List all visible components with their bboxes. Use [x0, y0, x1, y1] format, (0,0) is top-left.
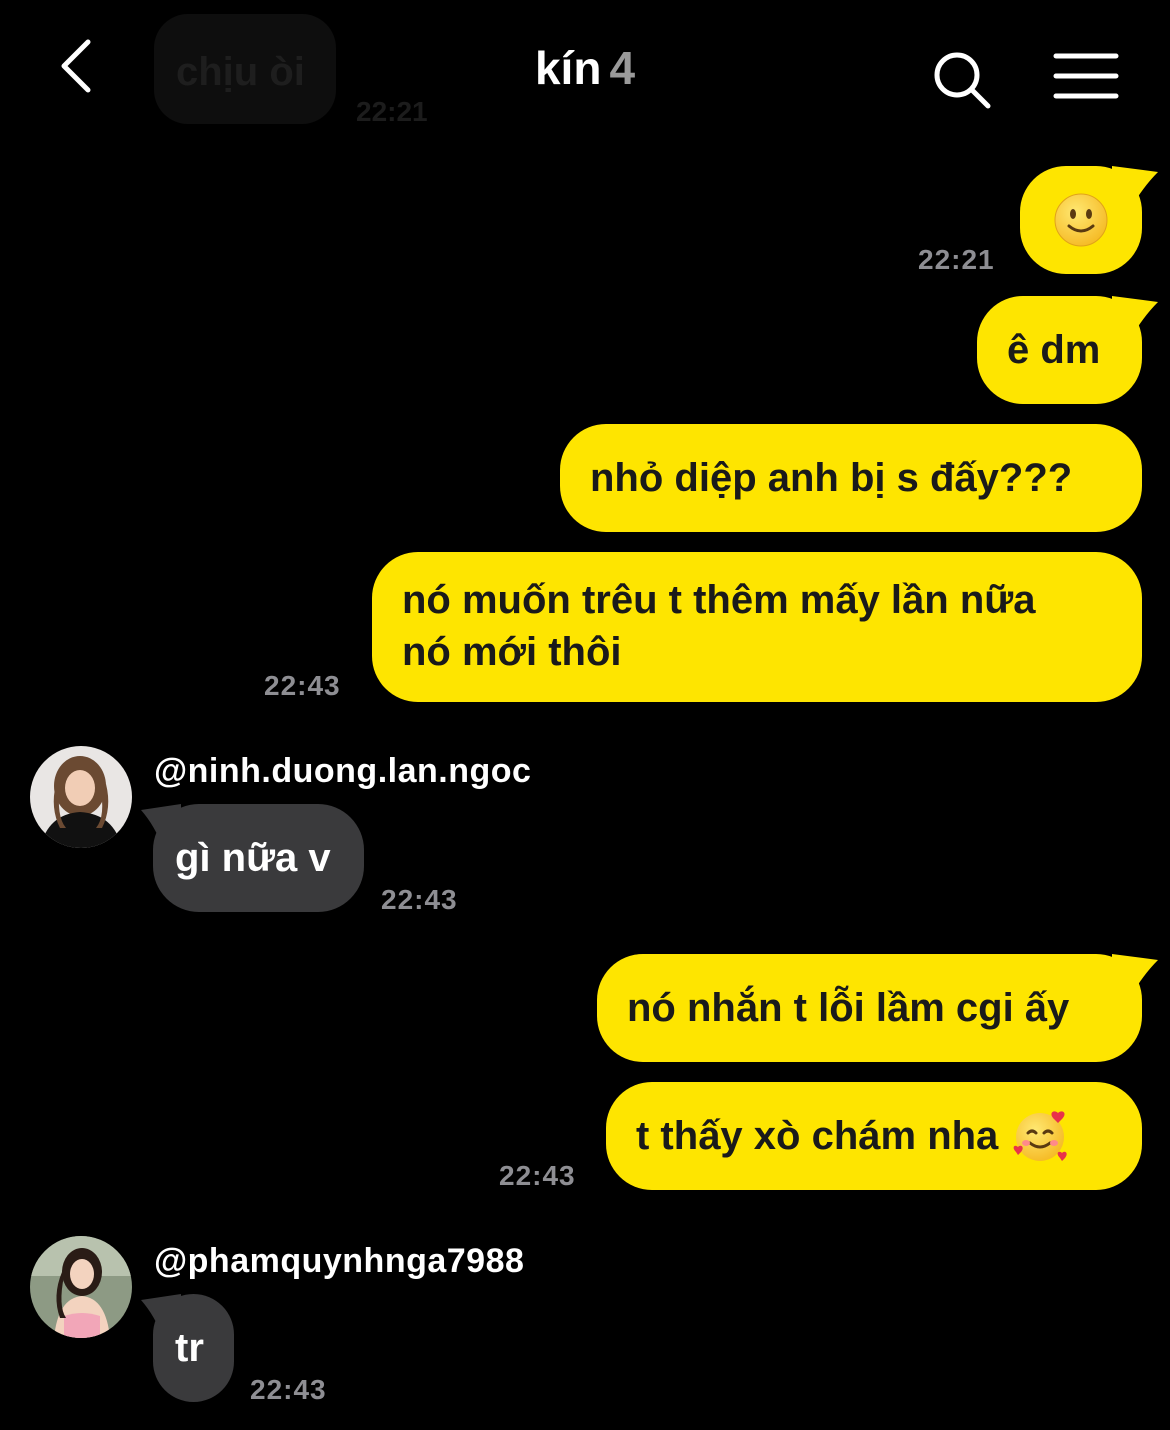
avatar-image — [30, 1236, 132, 1338]
message-time: 22:21 — [918, 244, 995, 275]
smiling-face-with-hearts-icon — [1013, 1111, 1067, 1161]
my-message-bubble[interactable] — [1020, 166, 1158, 274]
message-text-line: nó mới thôi — [402, 630, 622, 674]
avatar-image — [30, 746, 132, 848]
message-text: gì nữa v — [175, 836, 331, 880]
menu-button[interactable] — [1052, 50, 1122, 102]
message-text: tr — [175, 1326, 204, 1370]
search-button[interactable] — [930, 48, 994, 112]
member-count: 4 — [609, 42, 636, 94]
message-time: 22:43 — [264, 670, 341, 701]
bubble-tail — [1112, 166, 1158, 210]
my-message-bubble[interactable]: nó nhắn t lỗi lầm cgi ấy — [597, 954, 1158, 1062]
bubble-tail — [1112, 954, 1158, 998]
message-text: nó nhắn t lỗi lầm cgi ấy — [627, 986, 1070, 1030]
chat-name: kín — [534, 42, 602, 94]
message-time: 22:43 — [499, 1160, 576, 1191]
message-time: 22:43 — [250, 1374, 327, 1405]
their-message-bubble[interactable]: gì nữa v — [141, 804, 364, 912]
my-message-bubble[interactable]: nó muốn trêu t thêm mấy lần nữa nó mới t… — [372, 552, 1142, 702]
my-message-bubble[interactable]: ê dm — [977, 296, 1158, 404]
faded-message-time: 22:21 — [356, 96, 428, 127]
sender-avatar[interactable] — [30, 746, 132, 848]
bubble-tail — [1112, 296, 1158, 340]
message-text: t thấy xò chám nha — [636, 1114, 999, 1158]
my-message-bubble[interactable]: t thấy xò chám nha — [606, 1082, 1142, 1190]
sender-name[interactable]: @ninh.duong.lan.ngoc — [154, 752, 531, 791]
search-icon — [934, 52, 991, 109]
slightly-smiling-face-icon — [1054, 193, 1108, 247]
message-text: ê dm — [1007, 328, 1101, 372]
chat-title: kín 4 — [0, 40, 1170, 96]
message-text-line: nó muốn trêu t thêm mấy lần nữa — [402, 578, 1036, 622]
message-time: 22:43 — [381, 884, 458, 915]
sender-avatar[interactable] — [30, 1236, 132, 1338]
their-message-bubble[interactable]: tr — [141, 1294, 234, 1402]
message-text: nhỏ diệp anh bị s đấy??? — [590, 456, 1073, 500]
sender-name[interactable]: @phamquynhnga7988 — [154, 1242, 524, 1281]
hamburger-menu-icon — [1053, 53, 1119, 99]
my-message-bubble[interactable]: nhỏ diệp anh bị s đấy??? — [560, 424, 1142, 532]
